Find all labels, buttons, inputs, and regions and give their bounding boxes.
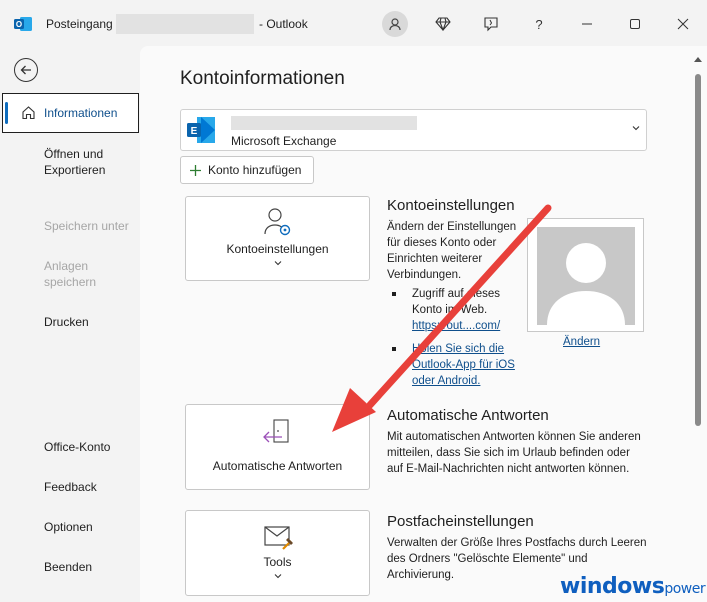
arrow-left-icon xyxy=(20,65,31,75)
back-button[interactable] xyxy=(14,58,38,82)
person-icon xyxy=(389,18,401,31)
web-access-item: Zugriff auf dieses Konto im Web. https:/… xyxy=(392,286,522,334)
account-settings-tile[interactable]: Kontoeinstellungen xyxy=(185,196,370,281)
diamond-icon xyxy=(435,17,451,31)
mailbox-settings-title: Postfacheinstellungen xyxy=(387,513,534,530)
account-selector[interactable]: E Microsoft Exchange xyxy=(180,109,647,151)
sidebar-item-informationen[interactable]: Informationen xyxy=(2,93,139,133)
account-settings-description: Ändern der Einstellungen für dieses Kont… xyxy=(387,221,517,281)
outlook-icon: O xyxy=(14,17,32,31)
tools-tile-label: Tools xyxy=(263,555,292,569)
maximize-button[interactable] xyxy=(622,11,648,37)
sidebar-item-anlagen-speichern: Anlagen speichern xyxy=(44,259,97,289)
redacted-email xyxy=(231,116,417,130)
change-photo-link[interactable]: Ändern xyxy=(563,336,600,348)
chevron-down-icon xyxy=(632,126,640,131)
account-type: Microsoft Exchange xyxy=(231,134,337,148)
vertical-scrollbar[interactable] xyxy=(694,52,702,602)
help-icon: ? xyxy=(535,16,543,32)
watermark: windowspower xyxy=(560,574,706,599)
sidebar-item-feedback[interactable]: Feedback xyxy=(44,479,97,495)
mobile-app-link[interactable]: Holen Sie sich die Outlook-App für iOS o… xyxy=(412,343,515,387)
scroll-up-icon[interactable] xyxy=(694,56,702,62)
title-bar: O Posteingang - Outlook ? xyxy=(0,0,707,46)
chevron-down-icon xyxy=(274,261,282,266)
profile-photo-frame xyxy=(527,218,644,332)
sidebar-item-speichern-unter: Speichern unter xyxy=(44,219,129,233)
selection-indicator xyxy=(5,102,8,124)
plus-icon xyxy=(190,164,201,176)
minimize-button[interactable] xyxy=(574,11,600,37)
sidebar-item-oeffnen-exportieren[interactable]: Öffnen und Exportieren xyxy=(44,146,124,178)
scroll-thumb[interactable] xyxy=(695,74,701,426)
svg-text:O: O xyxy=(16,20,22,29)
backstage-sidebar: Informationen Öffnen und Exportieren Spe… xyxy=(0,46,140,602)
account-settings-icon xyxy=(264,208,291,236)
profile-photo xyxy=(537,227,635,325)
chevron-down-icon xyxy=(274,574,282,579)
web-access-text: Zugriff auf dieses Konto im Web. xyxy=(412,288,501,316)
exchange-icon: E xyxy=(187,117,215,143)
feedback-icon xyxy=(484,17,498,32)
home-icon xyxy=(22,106,35,120)
automatic-replies-tile[interactable]: Automatische Antworten xyxy=(185,404,370,490)
automatic-replies-tile-label: Automatische Antworten xyxy=(212,459,343,473)
main-content: Kontoinformationen E Microsoft Exchange … xyxy=(140,46,707,602)
help-button[interactable]: ? xyxy=(526,11,552,37)
feedback-button[interactable] xyxy=(478,11,504,37)
sidebar-item-office-konto[interactable]: Office-Konto xyxy=(44,439,110,455)
web-access-link[interactable]: https://out....com/ xyxy=(412,320,500,332)
premium-button[interactable] xyxy=(430,11,456,37)
maximize-icon xyxy=(630,19,640,29)
account-avatar-button[interactable] xyxy=(382,11,408,37)
automatic-replies-description: Mit automatischen Antworten können Sie a… xyxy=(387,431,641,475)
sidebar-item-label: Informationen xyxy=(44,106,118,120)
svg-text:E: E xyxy=(191,126,198,137)
redacted-account xyxy=(116,14,254,34)
sidebar-item-optionen[interactable]: Optionen xyxy=(44,519,93,535)
window-title-separator: - xyxy=(259,17,263,31)
automatic-replies-icon xyxy=(263,419,289,443)
mobile-app-item: Holen Sie sich die Outlook-App für iOS o… xyxy=(392,341,527,389)
close-icon xyxy=(677,18,689,30)
page-title: Kontoinformationen xyxy=(180,68,345,89)
watermark-suffix: power xyxy=(664,581,706,597)
close-button[interactable] xyxy=(670,11,696,37)
account-settings-tile-label: Kontoeinstellungen xyxy=(226,242,329,256)
automatic-replies-title: Automatische Antworten xyxy=(387,407,549,424)
add-account-button[interactable]: Konto hinzufügen xyxy=(180,156,314,184)
tools-tile[interactable]: Tools xyxy=(185,510,370,596)
window-title-app: Outlook xyxy=(266,17,308,31)
window-title-folder: Posteingang xyxy=(46,17,113,31)
minimize-icon xyxy=(582,23,592,25)
account-settings-title: Kontoeinstellungen xyxy=(387,197,515,214)
sidebar-item-drucken[interactable]: Drucken xyxy=(44,314,89,330)
person-placeholder-icon xyxy=(537,227,635,325)
watermark-brand: windows xyxy=(560,574,665,599)
sidebar-item-beenden[interactable]: Beenden xyxy=(44,559,92,575)
add-account-label: Konto hinzufügen xyxy=(208,163,302,177)
mailbox-tools-icon xyxy=(264,526,293,550)
